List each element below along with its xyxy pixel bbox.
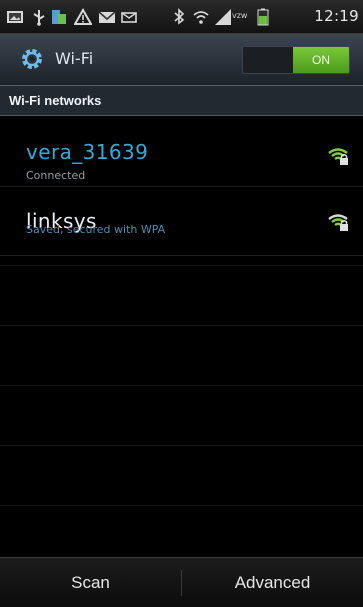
section-header: Wi-Fi networks (0, 86, 363, 116)
settings-gear-icon[interactable] (19, 46, 45, 72)
network-status: Saved, secured with WPA (26, 223, 166, 236)
network-name: vera_31639 (26, 140, 149, 164)
list-divider (0, 505, 363, 506)
bluetooth-icon (174, 8, 185, 25)
advanced-button[interactable]: Advanced (182, 558, 363, 607)
wifi-signal-locked-icon (328, 214, 348, 231)
network-item-vera[interactable]: vera_31639 Connected (0, 127, 363, 187)
list-divider (0, 325, 363, 326)
section-title: Wi-Fi networks (9, 93, 102, 108)
list-divider (0, 385, 363, 386)
battery-icon (257, 8, 269, 26)
status-bar: vzw 12:19 (0, 0, 363, 34)
usb-connection-icon (52, 10, 66, 24)
wifi-signal-locked-icon (328, 148, 348, 165)
list-divider (0, 445, 363, 446)
signal-icon (215, 9, 231, 25)
bottom-action-bar: Scan Advanced (0, 557, 363, 607)
wifi-icon (193, 11, 209, 24)
wifi-header: Wi-Fi ON (0, 34, 363, 86)
network-status: Connected (26, 169, 86, 182)
list-divider (0, 265, 363, 266)
network-item-linksys[interactable]: linksys Saved, secured with WPA (0, 196, 363, 256)
page-title: Wi-Fi (55, 49, 94, 68)
wifi-toggle[interactable]: ON (242, 46, 350, 74)
network-type-label: vzw (232, 11, 248, 20)
gallery-icon (7, 11, 23, 23)
wifi-settings-screen: vzw 12:19 Wi-Fi ON Wi-Fi networks vera_3… (0, 0, 363, 607)
email-icon (121, 12, 137, 23)
usb-icon (33, 10, 45, 26)
status-time: 12:19 (314, 7, 359, 25)
scan-button[interactable]: Scan (0, 558, 181, 607)
warning-icon (74, 8, 92, 25)
toggle-label: ON (312, 53, 330, 67)
gmail-icon (98, 11, 116, 23)
